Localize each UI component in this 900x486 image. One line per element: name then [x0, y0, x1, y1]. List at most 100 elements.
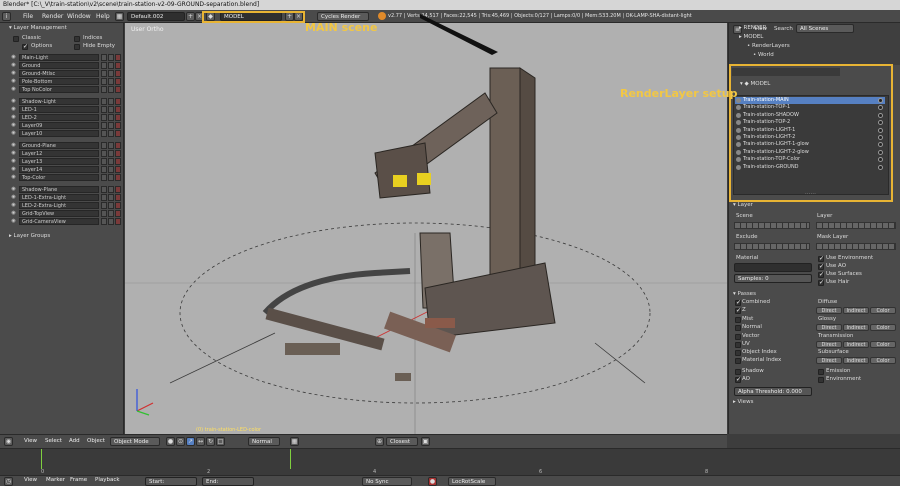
layer-name-field[interactable]: Layer14 — [19, 166, 99, 173]
layer-name-field[interactable]: Grid-TopView — [19, 210, 99, 217]
select-layer-icon[interactable] — [108, 142, 114, 149]
remove-layer-icon[interactable] — [115, 86, 121, 93]
glossy-indirect-button[interactable]: Indirect — [843, 324, 869, 331]
layer-row[interactable]: ◉ Grid-TopView — [10, 210, 121, 217]
glossy-direct-button[interactable]: Direct — [816, 324, 842, 331]
layer-row[interactable]: ◉ Shadow-Light — [10, 98, 121, 105]
layer-section-header[interactable]: ▾ Layer — [733, 202, 753, 208]
samples-field[interactable]: Samples: 0 — [734, 274, 812, 283]
outliner-item-model[interactable]: ▸ MODEL — [739, 34, 763, 40]
layer-name-field[interactable]: Top-Color — [19, 174, 99, 181]
layer-row[interactable]: ◉ Layer10 — [10, 130, 121, 137]
layer-name-field[interactable]: LED-2 — [19, 114, 99, 121]
outliner-item-render[interactable]: ▸ RENDER — [739, 25, 766, 31]
screen-layout-icon[interactable]: ▦ — [115, 12, 124, 21]
3d-viewport[interactable] — [125, 23, 727, 434]
layer-name-field[interactable]: Layer10 — [19, 130, 99, 137]
view-menu[interactable]: View — [24, 437, 37, 446]
use-hair-checkbox[interactable] — [818, 279, 824, 286]
lock-icon[interactable] — [101, 78, 107, 85]
pivot-point-icon[interactable]: ⊙ — [176, 437, 185, 446]
shadow-pass-checkbox[interactable] — [735, 369, 741, 375]
normal-pass-checkbox[interactable] — [735, 325, 741, 331]
object-menu[interactable]: Object — [87, 437, 105, 446]
select-layer-icon[interactable] — [108, 158, 114, 165]
select-layer-icon[interactable] — [108, 122, 114, 129]
layer-row[interactable]: ◉ Top NoColor — [10, 86, 121, 93]
environment-checkbox[interactable] — [818, 377, 824, 383]
lock-icon[interactable] — [101, 210, 107, 217]
remove-layer-icon[interactable] — [115, 166, 121, 173]
select-layer-icon[interactable] — [108, 210, 114, 217]
info-editor-icon[interactable]: i — [2, 12, 11, 21]
lock-icon[interactable] — [101, 174, 107, 181]
marker-menu[interactable]: Marker — [46, 476, 65, 485]
lock-icon[interactable] — [101, 218, 107, 225]
add-menu[interactable]: Add — [69, 437, 80, 446]
views-section-header[interactable]: ▸ Views — [733, 399, 753, 405]
remove-layer-icon[interactable] — [115, 78, 121, 85]
remove-layer-icon[interactable] — [115, 174, 121, 181]
layer-name-field[interactable]: Ground — [19, 62, 99, 69]
remove-layer-icon[interactable] — [115, 186, 121, 193]
sync-mode-dropdown[interactable]: No Sync — [362, 477, 412, 486]
eye-icon[interactable]: ◉ — [10, 122, 17, 129]
eye-icon[interactable]: ◉ — [10, 130, 17, 137]
layer-name-field[interactable]: Layer09 — [19, 122, 99, 129]
select-layer-icon[interactable] — [108, 106, 114, 113]
lock-icon[interactable] — [101, 122, 107, 129]
translate-manipulator-icon[interactable]: ↔ — [196, 437, 205, 446]
select-layer-icon[interactable] — [108, 70, 114, 77]
lock-icon[interactable] — [101, 114, 107, 121]
use-surfaces-checkbox[interactable] — [818, 271, 824, 278]
vector-pass-checkbox[interactable] — [735, 334, 741, 340]
add-screen-icon[interactable]: + — [186, 12, 195, 21]
remove-layer-icon[interactable] — [115, 218, 121, 225]
transmission-direct-button[interactable]: Direct — [816, 341, 842, 348]
eye-icon[interactable]: ◉ — [10, 194, 17, 201]
select-layer-icon[interactable] — [108, 62, 114, 69]
snap-target-dropdown[interactable]: Closest — [386, 437, 418, 446]
menu-file[interactable]: File — [23, 12, 33, 21]
keying-set-dropdown[interactable]: LocRotScale — [448, 477, 496, 486]
eye-icon[interactable]: ◉ — [10, 114, 17, 121]
transmission-indirect-button[interactable]: Indirect — [843, 341, 869, 348]
layer-row[interactable]: ◉ Ground-Plane — [10, 142, 121, 149]
lock-icon[interactable] — [101, 54, 107, 61]
lock-icon[interactable] — [101, 130, 107, 137]
select-layer-icon[interactable] — [108, 150, 114, 157]
outliner-search-menu[interactable]: Search — [774, 26, 793, 32]
eye-icon[interactable]: ◉ — [10, 142, 17, 149]
use-ao-checkbox[interactable] — [818, 263, 824, 270]
remove-layer-icon[interactable] — [115, 62, 121, 69]
menu-help[interactable]: Help — [96, 12, 110, 21]
lock-icon[interactable] — [101, 86, 107, 93]
render-preview-icon[interactable]: ▣ — [421, 437, 430, 446]
lock-icon[interactable] — [101, 142, 107, 149]
eye-icon[interactable]: ◉ — [10, 150, 17, 157]
layer-name-field[interactable]: Shadow-Plane — [19, 186, 99, 193]
eye-icon[interactable]: ◉ — [10, 54, 17, 61]
menu-window[interactable]: Window — [67, 12, 91, 21]
material-index-pass-checkbox[interactable] — [735, 358, 741, 364]
eye-icon[interactable]: ◉ — [10, 210, 17, 217]
render-engine-dropdown[interactable]: Cycles Render — [317, 12, 369, 21]
mask-layers-grid[interactable] — [816, 243, 896, 250]
lock-icon[interactable] — [101, 106, 107, 113]
select-layer-icon[interactable] — [108, 202, 114, 209]
layer-name-field[interactable]: Shadow-Light — [19, 98, 99, 105]
layer-buttons-icon[interactable]: ▦ — [290, 437, 299, 446]
object-index-pass-checkbox[interactable] — [735, 350, 741, 356]
layer-row[interactable]: ◉ Layer12 — [10, 150, 121, 157]
use-environment-checkbox[interactable] — [818, 255, 824, 262]
lock-icon[interactable] — [101, 98, 107, 105]
layer-name-field[interactable]: LED-2-Extra-Light — [19, 202, 99, 209]
layer-row[interactable]: ◉ Ground — [10, 62, 121, 69]
outliner-display-dropdown[interactable]: All Scenes — [796, 24, 854, 33]
outliner-item-world[interactable]: • World — [753, 52, 774, 58]
remove-layer-icon[interactable] — [115, 150, 121, 157]
remove-layer-icon[interactable] — [115, 194, 121, 201]
ao-pass-checkbox[interactable] — [735, 376, 741, 383]
interaction-mode-dropdown[interactable]: Object Mode — [110, 437, 160, 446]
lock-icon[interactable] — [101, 150, 107, 157]
